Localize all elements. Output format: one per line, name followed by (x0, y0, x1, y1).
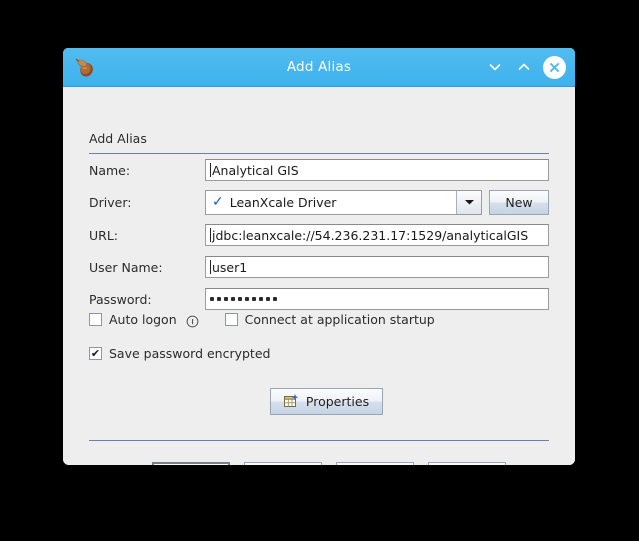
user-name-label: User Name: (89, 259, 163, 275)
ok-button[interactable]: OK (152, 462, 230, 465)
driver-select-value: LeanXcale Driver (229, 194, 337, 210)
url-label: URL: (89, 227, 119, 243)
checkbox-row-2: ✔ Save password encrypted (89, 346, 270, 361)
checkbox-row-1: Auto logon Connect at application startu… (89, 312, 435, 328)
window-controls (485, 48, 566, 86)
field-row-driver: Driver: ✓ LeanXcale Driver New (89, 189, 549, 215)
text-caret (210, 260, 211, 274)
chevron-down-icon[interactable] (485, 57, 505, 77)
url-input-value: jdbc:leanxcale://54.236.231.17:1529/anal… (212, 227, 529, 243)
password-dot (210, 297, 214, 301)
new-driver-button[interactable]: New (489, 189, 549, 215)
password-dot (266, 297, 270, 301)
password-dot (245, 297, 249, 301)
properties-button[interactable]: Properties (270, 388, 383, 415)
add-alias-dialog: Add Alias Add Alias Name: Analytical GIS… (63, 48, 575, 465)
field-row-password: Password: (89, 287, 549, 311)
chevron-up-icon[interactable] (514, 57, 534, 77)
info-icon[interactable] (186, 313, 199, 328)
close-circle-icon[interactable] (543, 55, 566, 79)
text-caret (210, 163, 211, 177)
checkbox-connect-at-startup-label: Connect at application startup (244, 312, 435, 327)
password-masked-value (210, 297, 277, 301)
password-label: Password: (89, 291, 152, 307)
driver-select[interactable]: ✓ LeanXcale Driver (205, 189, 482, 215)
url-input[interactable]: jdbc:leanxcale://54.236.231.17:1529/anal… (205, 224, 549, 246)
user-name-input-value: user1 (212, 259, 248, 275)
password-dot (224, 297, 228, 301)
section-divider (89, 153, 549, 154)
user-name-input[interactable]: user1 (205, 256, 549, 278)
chevron-down-icon[interactable] (456, 190, 481, 214)
check-icon: ✔ (90, 347, 101, 360)
driver-select-value-wrap: ✓ LeanXcale Driver (206, 191, 456, 214)
table-properties-icon (283, 394, 299, 409)
field-row-name: Name: Analytical GIS (89, 158, 549, 182)
screen: Add Alias Add Alias Name: Analytical GIS… (0, 0, 639, 541)
section-title: Add Alias (89, 131, 147, 146)
text-caret (210, 228, 211, 242)
checkbox-connect-at-startup[interactable] (224, 313, 238, 326)
dialog-body: Add Alias Name: Analytical GIS Driver: ✓… (63, 87, 575, 465)
connect-button[interactable]: Connect (428, 462, 506, 465)
password-dot (273, 297, 277, 301)
window-titlebar[interactable]: Add Alias (63, 48, 575, 87)
password-dot (231, 297, 235, 301)
checkbox-save-password-encrypted-label: Save password encrypted (109, 346, 271, 361)
name-input-value: Analytical GIS (212, 162, 299, 178)
password-dot (259, 297, 263, 301)
password-dot (252, 297, 256, 301)
checkbox-save-password-encrypted[interactable]: ✔ (89, 347, 102, 360)
field-row-url: URL: jdbc:leanxcale://54.236.231.17:1529… (89, 223, 549, 247)
driver-check-icon: ✓ (212, 194, 224, 210)
properties-button-label: Properties (305, 394, 370, 409)
dialog-button-bar: OK Close Test Connect (152, 462, 506, 465)
password-dot (217, 297, 221, 301)
password-input[interactable] (205, 288, 549, 310)
test-button[interactable]: Test (336, 462, 414, 465)
close-button[interactable]: Close (244, 462, 322, 465)
name-input[interactable]: Analytical GIS (205, 159, 549, 181)
name-label: Name: (89, 162, 131, 178)
driver-label: Driver: (89, 194, 132, 210)
field-row-user-name: User Name: user1 (89, 255, 549, 279)
acorn-icon (75, 57, 97, 78)
password-dot (238, 297, 242, 301)
checkbox-auto-logon-label: Auto logon (109, 312, 177, 327)
checkbox-auto-logon[interactable] (89, 313, 102, 326)
bottom-divider (89, 440, 549, 441)
